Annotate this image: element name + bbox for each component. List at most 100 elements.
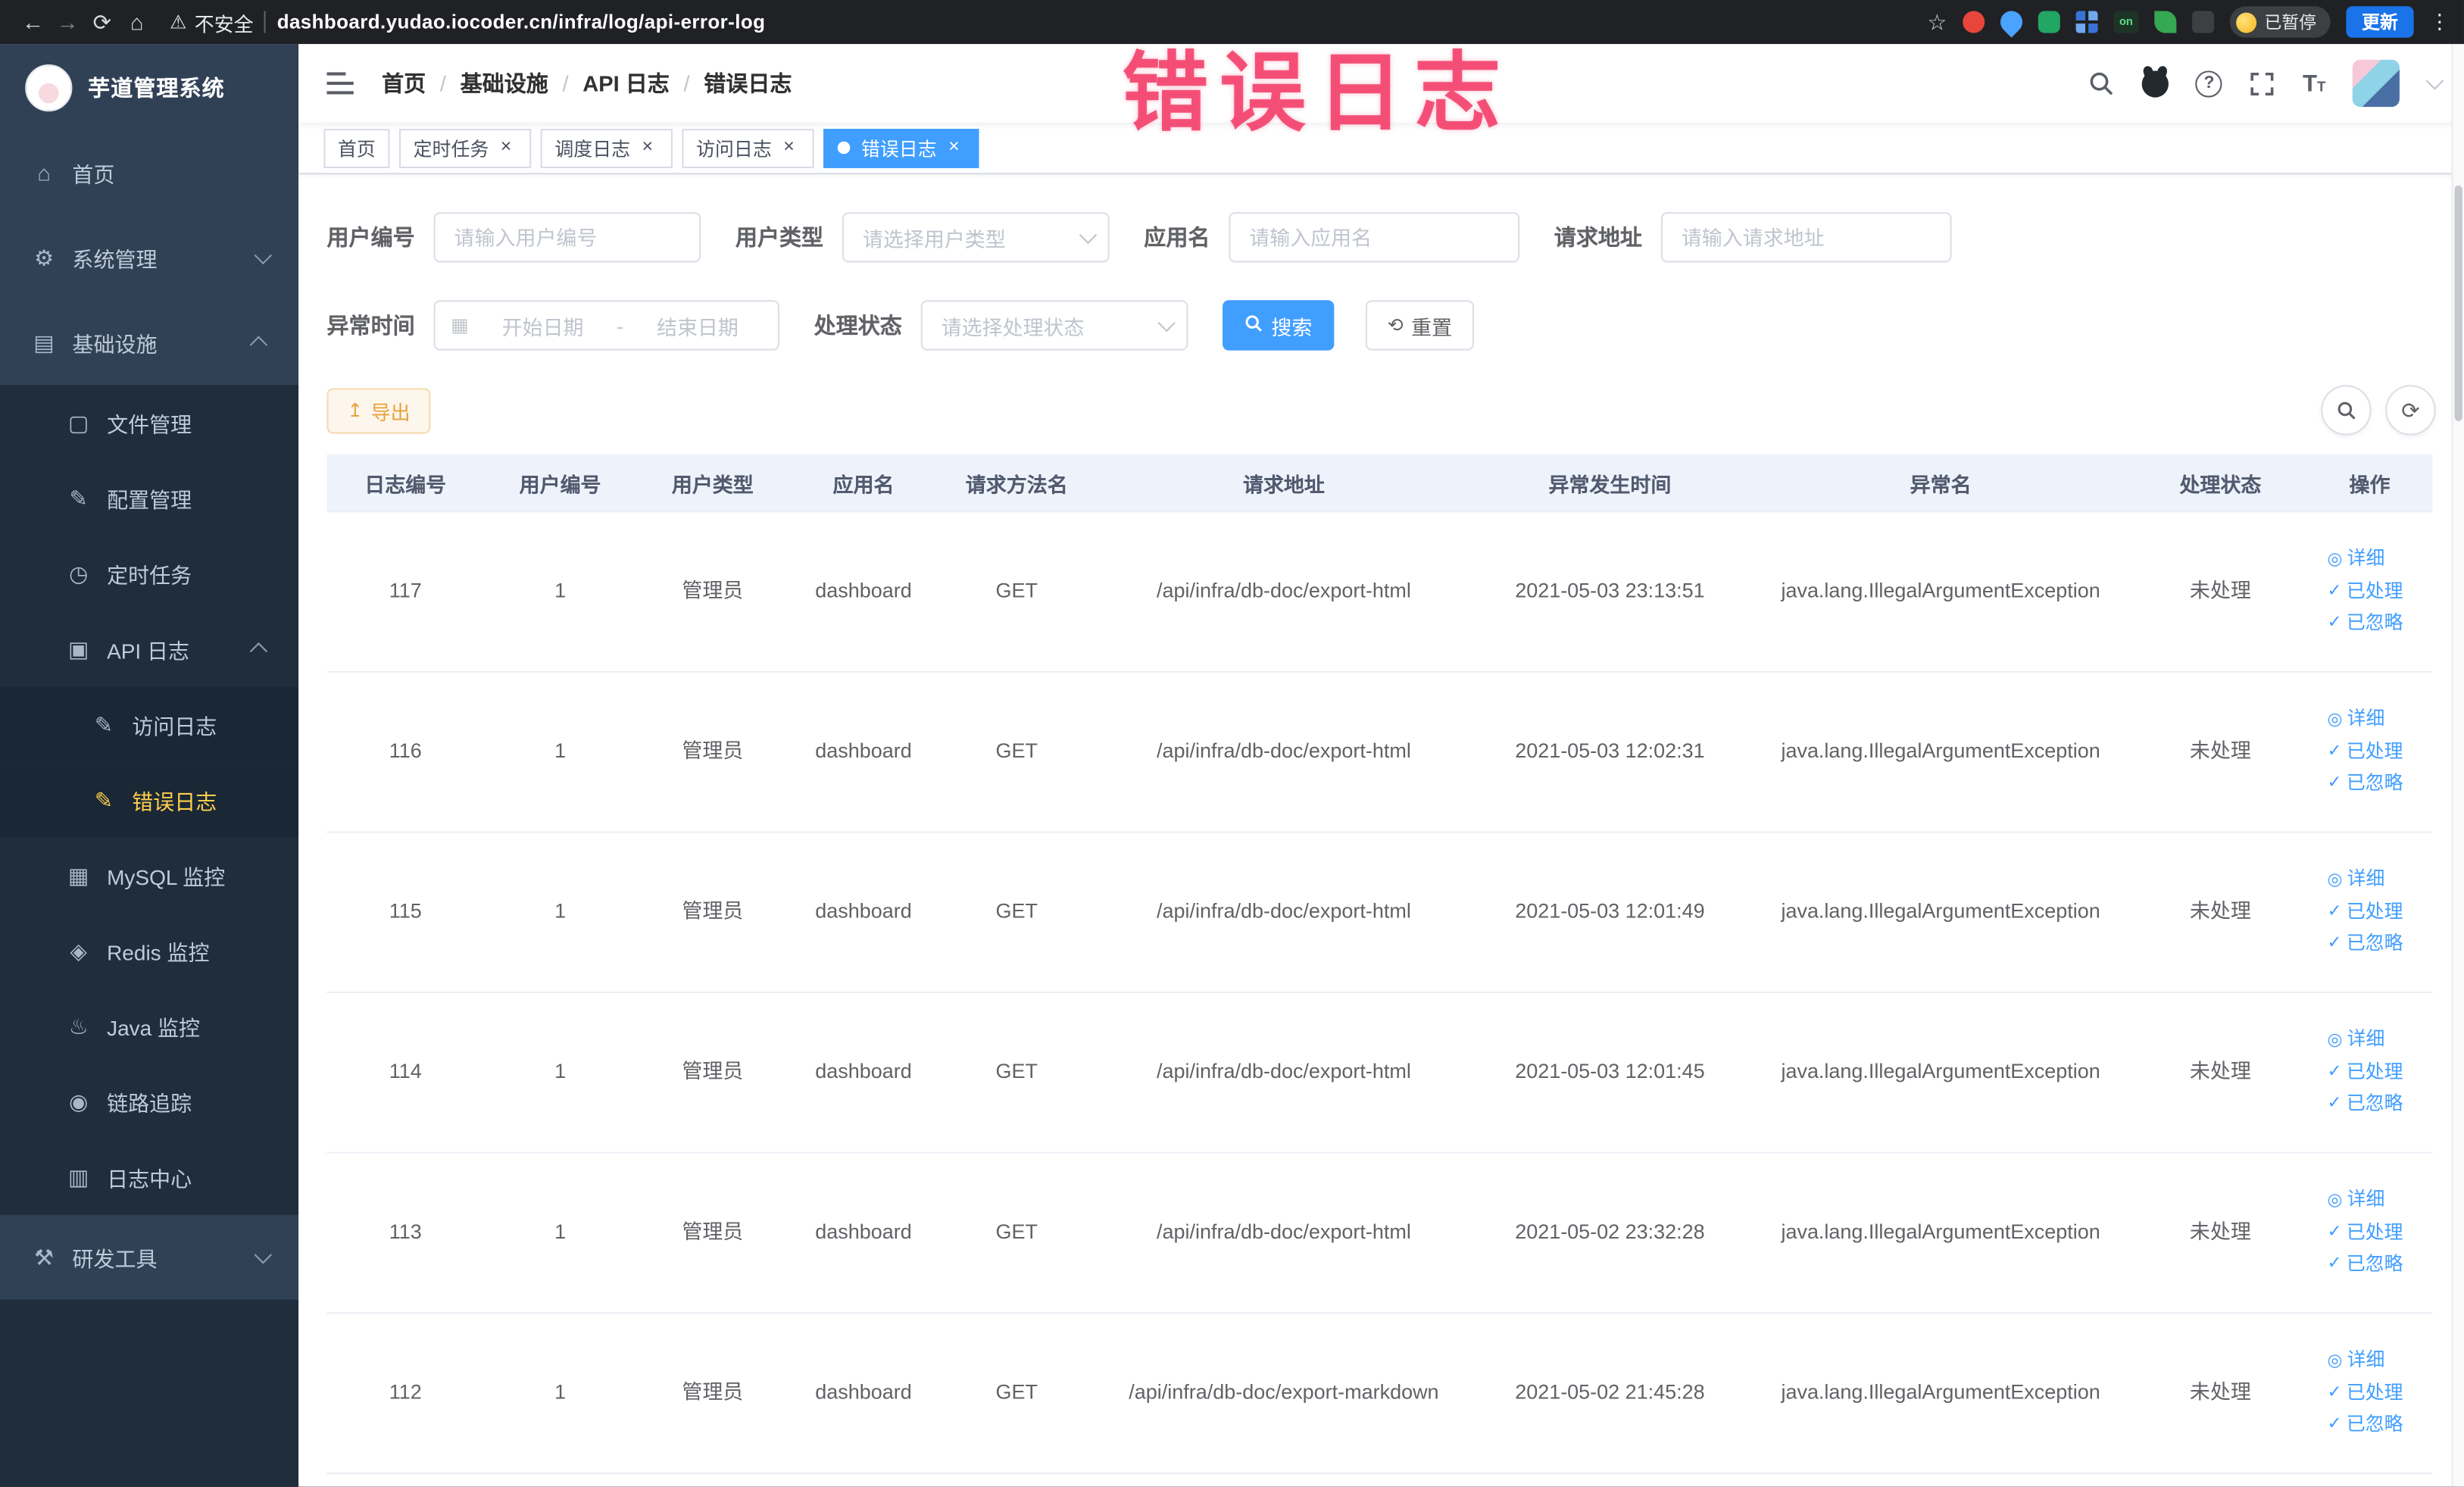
extension-on-badge[interactable]: on: [2113, 11, 2139, 33]
mark-processed-link[interactable]: ✓ 已处理: [2327, 1059, 2403, 1086]
extension-leaf-icon[interactable]: [2154, 11, 2177, 33]
sidebar-menu-item[interactable]: ◉ 链路追踪: [0, 1064, 299, 1140]
mark-ignored-link[interactable]: ✓ 已忽略: [2327, 1091, 2403, 1118]
help-icon[interactable]: ?: [2195, 70, 2223, 97]
mark-processed-link[interactable]: ✓ 已处理: [2327, 1219, 2403, 1246]
extension-red-icon[interactable]: [1963, 11, 1985, 33]
browser-menu-icon[interactable]: ⋮: [2429, 9, 2450, 34]
sidebar-menu-item[interactable]: ▥ 日志中心: [0, 1139, 299, 1215]
cell-request-url: /api/infra/db-doc/export-html: [1157, 578, 1411, 602]
app-name-input[interactable]: [1229, 212, 1520, 263]
forward-icon[interactable]: →: [50, 9, 85, 34]
column-header: 操作: [2349, 472, 2391, 496]
request-url-input[interactable]: [1660, 212, 1952, 263]
sidebar-menu-item[interactable]: ✎ 错误日志: [0, 762, 299, 838]
update-button[interactable]: 更新: [2346, 6, 2414, 38]
breadcrumb-item[interactable]: 错误日志: [670, 67, 792, 98]
detail-link[interactable]: ◎ 详细: [2327, 546, 2384, 573]
mark-ignored-link[interactable]: ✓ 已忽略: [2327, 1251, 2403, 1279]
page-tab[interactable]: 调度日志 ×: [540, 128, 673, 167]
breadcrumb-label[interactable]: 错误日志: [704, 67, 792, 98]
extensions-puzzle-icon[interactable]: [2192, 11, 2215, 33]
paused-badge[interactable]: 已暂停: [2229, 6, 2331, 38]
detail-link[interactable]: ◎ 详细: [2327, 867, 2384, 894]
hamburger-icon[interactable]: [323, 66, 357, 101]
detail-link[interactable]: ◎ 详细: [2327, 1187, 2384, 1214]
sidebar-menu-item[interactable]: ♨ Java 监控: [0, 988, 299, 1064]
logo-avatar: [25, 64, 73, 111]
sidebar-menu-item[interactable]: ▤ 基础设施: [0, 300, 298, 385]
toggle-search-button[interactable]: [2321, 385, 2372, 436]
extension-green-icon[interactable]: [2038, 11, 2060, 33]
breadcrumb-label[interactable]: API 日志: [582, 67, 670, 98]
tab-close-icon[interactable]: ×: [943, 136, 965, 158]
extension-blue-drop-icon[interactable]: [1995, 6, 2028, 38]
detail-link[interactable]: ◎ 详细: [2327, 1348, 2384, 1375]
breadcrumb-label[interactable]: 基础设施: [461, 67, 548, 98]
mark-ignored-link[interactable]: ✓ 已忽略: [2327, 610, 2403, 637]
fullscreen-icon[interactable]: [2249, 70, 2275, 96]
breadcrumb-item[interactable]: API 日志: [548, 67, 670, 98]
sidebar-menu-item[interactable]: ▦ MySQL 监控: [0, 837, 299, 914]
tab-label: 调度日志: [554, 137, 631, 160]
sidebar-menu-item[interactable]: ◈ Redis 监控: [0, 913, 299, 989]
sidebar-menu-item[interactable]: ◷ 定时任务: [0, 536, 299, 612]
mark-processed-link[interactable]: ✓ 已处理: [2327, 578, 2403, 605]
page-tab[interactable]: 定时任务 ×: [398, 128, 532, 167]
sidebar-menu-item[interactable]: ⌂ 首页: [0, 130, 298, 215]
mark-ignored-link[interactable]: ✓ 已忽略: [2327, 1411, 2403, 1439]
search-icon[interactable]: [2089, 70, 2116, 96]
sidebar-menu-item[interactable]: ⚙ 系统管理: [0, 215, 298, 300]
breadcrumb-item[interactable]: 首页: [382, 67, 426, 98]
tab-close-icon[interactable]: ×: [495, 136, 517, 158]
user-type-select[interactable]: 请选择用户类型: [842, 212, 1110, 263]
back-icon[interactable]: ←: [16, 9, 51, 34]
font-size-icon[interactable]: TT: [2303, 71, 2325, 95]
page-tab[interactable]: 访问日志 ×: [682, 128, 814, 167]
home-icon[interactable]: ⌂: [120, 9, 155, 34]
export-button[interactable]: ↥ 导出: [326, 387, 431, 433]
mark-ignored-link[interactable]: ✓ 已忽略: [2327, 931, 2403, 958]
cell-log-id: 113: [389, 1220, 422, 1244]
extension-grid-icon[interactable]: [2075, 11, 2098, 33]
address-bar[interactable]: ⚠ 不安全 dashboard.yudao.iocoder.cn/infra/l…: [170, 7, 765, 36]
reset-button[interactable]: ⟲ 重置: [1365, 300, 1475, 351]
security-label: 不安全: [194, 13, 254, 36]
github-icon[interactable]: [2142, 70, 2169, 97]
reload-icon[interactable]: ⟳: [85, 8, 120, 35]
page-scrollbar[interactable]: [2451, 44, 2464, 1487]
security-chip[interactable]: ⚠ 不安全: [170, 7, 254, 36]
refresh-button[interactable]: ⟳: [2385, 385, 2436, 436]
breadcrumb-item[interactable]: 基础设施: [426, 67, 548, 98]
sidebar-menu-item[interactable]: ▢ 文件管理: [0, 385, 299, 461]
page-tab[interactable]: 错误日志 ×: [823, 128, 979, 167]
avatar-caret-icon[interactable]: [2425, 72, 2444, 90]
sidebar-menu-item[interactable]: ✎ 访问日志: [0, 686, 299, 763]
cell-actions: ◎ 详细 ✓ 已处理 ✓ 已忽略: [2307, 1187, 2433, 1279]
mark-ignored-link[interactable]: ✓ 已忽略: [2327, 770, 2403, 798]
user-id-input[interactable]: [433, 212, 701, 263]
filter-exception-time: 异常时间 ▦ 开始日期 - 结束日期: [327, 300, 780, 351]
detail-link[interactable]: ◎ 详细: [2327, 1027, 2384, 1054]
tab-close-icon[interactable]: ×: [636, 136, 658, 158]
breadcrumb-label[interactable]: 首页: [382, 67, 426, 98]
sidebar-menu-item[interactable]: ⚒ 研发工具: [0, 1215, 298, 1300]
reset-icon: ⟲: [1387, 314, 1404, 336]
detail-link[interactable]: ◎ 详细: [2327, 706, 2384, 733]
scrollbar-thumb[interactable]: [2454, 185, 2462, 421]
mark-processed-link[interactable]: ✓ 已处理: [2327, 898, 2403, 926]
app-logo[interactable]: 芋道管理系统: [0, 44, 298, 130]
mark-processed-link[interactable]: ✓ 已处理: [2327, 739, 2403, 766]
sidebar-menu-item[interactable]: ✎ 配置管理: [0, 460, 299, 536]
mark-processed-link[interactable]: ✓ 已处理: [2327, 1379, 2403, 1407]
user-avatar[interactable]: [2352, 59, 2400, 108]
process-status-select[interactable]: 请选择处理状态: [920, 300, 1188, 351]
top-navbar: 首页 基础设施 API 日志 错误日志: [298, 44, 2464, 123]
bookmark-star-icon[interactable]: ☆: [1927, 8, 1947, 35]
chevron-icon: [249, 642, 268, 661]
page-tab[interactable]: 首页: [323, 128, 390, 167]
sidebar-menu-item[interactable]: ▣ API 日志: [0, 611, 299, 687]
tab-close-icon[interactable]: ×: [778, 136, 800, 158]
date-range-picker[interactable]: ▦ 开始日期 - 结束日期: [433, 300, 780, 351]
search-button[interactable]: 搜索: [1223, 300, 1335, 351]
